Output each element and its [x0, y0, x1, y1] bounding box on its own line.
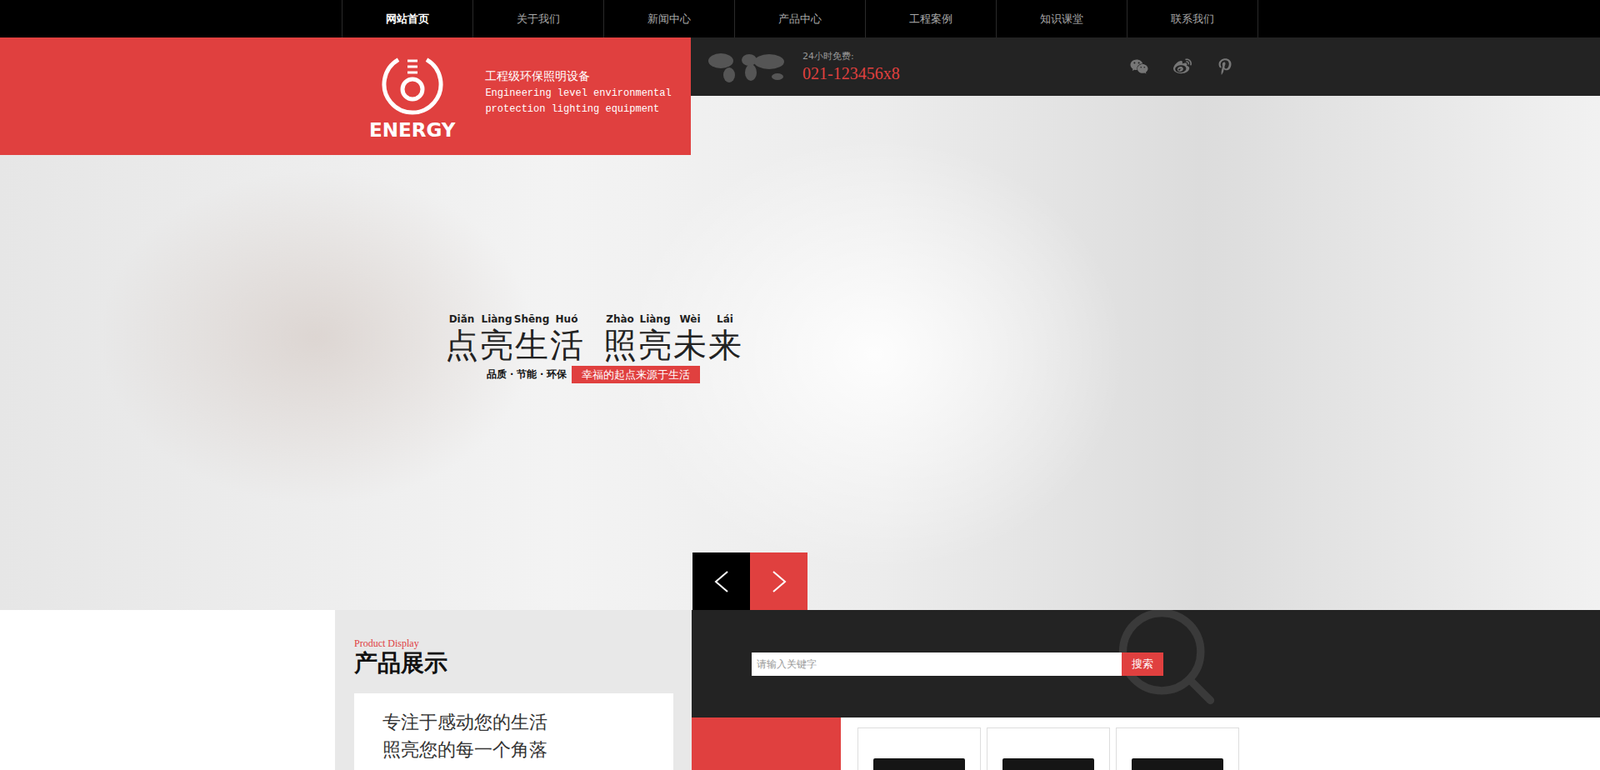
slogan-char: Liàng亮 — [479, 312, 515, 365]
slogan-char: Huó活 — [549, 312, 585, 365]
search-input[interactable] — [751, 652, 1122, 676]
pinyin: Shēng — [514, 312, 550, 326]
product-image — [873, 758, 965, 770]
carousel-arrows — [692, 552, 1600, 610]
hero-banner: ENERGY 工程级环保照明设备Engineering level environ… — [0, 37, 1600, 610]
world-map-icon — [705, 50, 790, 84]
next-button[interactable] — [750, 552, 808, 610]
nav-item[interactable]: 产品中心 — [734, 0, 865, 38]
slogan-badge: 幸福的起点来源于生活 — [571, 365, 700, 384]
logo-text: ENERGY — [369, 119, 455, 141]
logo[interactable]: ENERGY — [369, 50, 455, 147]
product-image — [1002, 758, 1095, 770]
accent-block — [691, 717, 841, 770]
cards-row — [691, 717, 1600, 770]
prev-button[interactable] — [692, 552, 750, 610]
slogan-char: Liàng亮 — [637, 312, 673, 365]
slogan-char: Zhào照 — [602, 312, 638, 365]
nav-item[interactable]: 新闻中心 — [603, 0, 735, 38]
nav-item[interactable]: 关于我们 — [472, 0, 604, 38]
pinyin: Wèi — [679, 312, 700, 326]
hanzi: 来 — [708, 325, 742, 365]
top-nav: 网站首页关于我们新闻中心产品中心工程案例知识课堂联系我们 — [0, 0, 1600, 38]
hero-slogan: Diǎn点Liàng亮Shēng生Huó活Zhào照Liàng亮Wèi未Lái来… — [451, 312, 735, 384]
nav-item[interactable]: 网站首页 — [341, 0, 473, 38]
page: 网站首页关于我们新闻中心产品中心工程案例知识课堂联系我们 ENERGY 工程级环保照… — [0, 0, 1600, 770]
product-intro: Product Display产品展示专注于感动您的生活照亮您的每一个角落 — [335, 610, 692, 770]
slogan-char: Lái来 — [707, 312, 743, 365]
hanzi: 活 — [550, 325, 584, 365]
pinyin: Liàng — [481, 312, 513, 326]
social-links — [1130, 57, 1234, 76]
chevron-left-icon — [712, 570, 731, 594]
product-cards — [840, 717, 1240, 770]
chevron-right-icon — [770, 570, 789, 594]
pinyin: Diǎn — [449, 312, 475, 326]
slogan-char: Diǎn点 — [444, 312, 480, 365]
wechat-link[interactable] — [1130, 57, 1149, 76]
search-bar: 搜索 — [691, 610, 1600, 718]
slogan-group: Zhào照Liàng亮Wèi未Lái来 — [602, 312, 743, 365]
pinyin: Zhào — [605, 312, 635, 326]
slogan-char: Shēng生 — [514, 312, 550, 365]
hotline-number: 021-123456x8 — [802, 63, 900, 84]
weibo-link[interactable] — [1173, 57, 1192, 76]
nav-item[interactable]: 知识课堂 — [995, 0, 1127, 38]
hanzi: 未 — [673, 325, 707, 365]
product-area: 搜索 — [691, 610, 1600, 770]
pinyin: Liàng — [640, 312, 671, 326]
pinterest-icon — [1216, 58, 1234, 75]
slogan-char: Wèi未 — [672, 312, 708, 365]
slogan-group: Diǎn点Liàng亮Shēng生Huó活 — [444, 312, 585, 365]
pinyin: Huó — [555, 312, 579, 326]
tagline-cn: 工程级环保照明设备 — [485, 67, 671, 85]
section-label: Product Display — [354, 637, 674, 650]
bulb-logo-icon — [379, 50, 446, 118]
product-card[interactable] — [1115, 727, 1240, 770]
weibo-icon — [1173, 57, 1192, 76]
section-title: 产品展示 — [354, 649, 674, 678]
pinyin: Lái — [716, 312, 734, 326]
hanzi: 亮 — [480, 325, 514, 365]
intro-line: 照亮您的每一个角落 — [382, 735, 645, 764]
product-card[interactable] — [857, 727, 981, 770]
intro-line: 专注于感动您的生活 — [382, 708, 645, 736]
hanzi: 生 — [515, 325, 549, 365]
features: 品质・节能・环保 — [486, 367, 567, 382]
nav-item[interactable]: 工程案例 — [865, 0, 996, 38]
tagline: 工程级环保照明设备Engineering level environmental… — [485, 50, 671, 147]
tagline-en: protection lighting equipment — [485, 101, 671, 118]
brand-block: ENERGY 工程级环保照明设备Engineering level environ… — [0, 37, 691, 155]
slogan-row: Diǎn点Liàng亮Shēng生Huó活Zhào照Liàng亮Wèi未Lái来 — [444, 312, 743, 365]
content-section: Product Display产品展示专注于感动您的生活照亮您的每一个角落 搜索 — [0, 610, 1600, 770]
header: ENERGY 工程级环保照明设备Engineering level environ… — [0, 37, 1600, 155]
intro-card: 专注于感动您的生活照亮您的每一个角落 — [354, 693, 674, 770]
hanzi: 亮 — [638, 325, 672, 365]
hotline-label: 24小时免费: — [802, 50, 900, 64]
hanzi: 照 — [603, 325, 637, 365]
wechat-icon — [1130, 57, 1149, 76]
hanzi: 点 — [445, 325, 479, 365]
nav-list: 网站首页关于我们新闻中心产品中心工程案例知识课堂联系我们 — [341, 0, 1259, 38]
hotline: 24小时免费:021-123456x8 — [802, 50, 900, 84]
tagline-en: Engineering level environmental — [485, 85, 671, 102]
nav-item[interactable]: 联系我们 — [1126, 0, 1259, 38]
pinterest-link[interactable] — [1216, 58, 1234, 75]
slogan-sub: 品质・节能・环保幸福的起点来源于生活 — [486, 365, 700, 384]
search-button[interactable]: 搜索 — [1121, 652, 1164, 676]
product-card[interactable] — [986, 727, 1110, 770]
contact-bar: 24小时免费:021-123456x8 — [690, 37, 1600, 96]
product-image — [1131, 758, 1224, 770]
